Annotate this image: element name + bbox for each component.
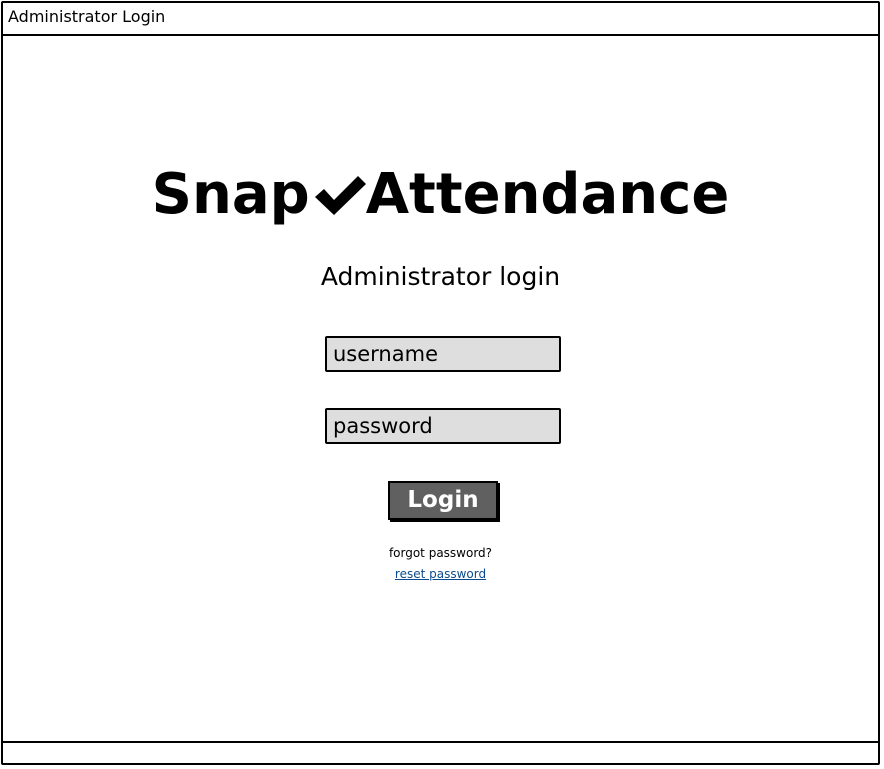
checkmark-icon xyxy=(312,167,368,215)
page-subtitle: Administrator login xyxy=(320,262,561,291)
reset-password-container: reset password xyxy=(3,566,878,582)
login-button[interactable]: Login xyxy=(388,481,498,520)
reset-password-link[interactable]: reset password xyxy=(395,567,486,581)
forgot-password-text: forgot password? xyxy=(388,546,493,560)
app-logo: Snap Attendance xyxy=(3,163,878,227)
app-window: Administrator Login Snap Attendance Admin… xyxy=(1,1,880,765)
status-bar xyxy=(3,741,878,763)
logo-text-attendance: Attendance xyxy=(365,162,730,227)
title-bar: Administrator Login xyxy=(3,3,878,36)
window-title: Administrator Login xyxy=(8,7,166,26)
username-input[interactable] xyxy=(325,336,561,372)
logo-text-snap: Snap xyxy=(151,162,310,227)
password-input[interactable] xyxy=(325,408,561,444)
